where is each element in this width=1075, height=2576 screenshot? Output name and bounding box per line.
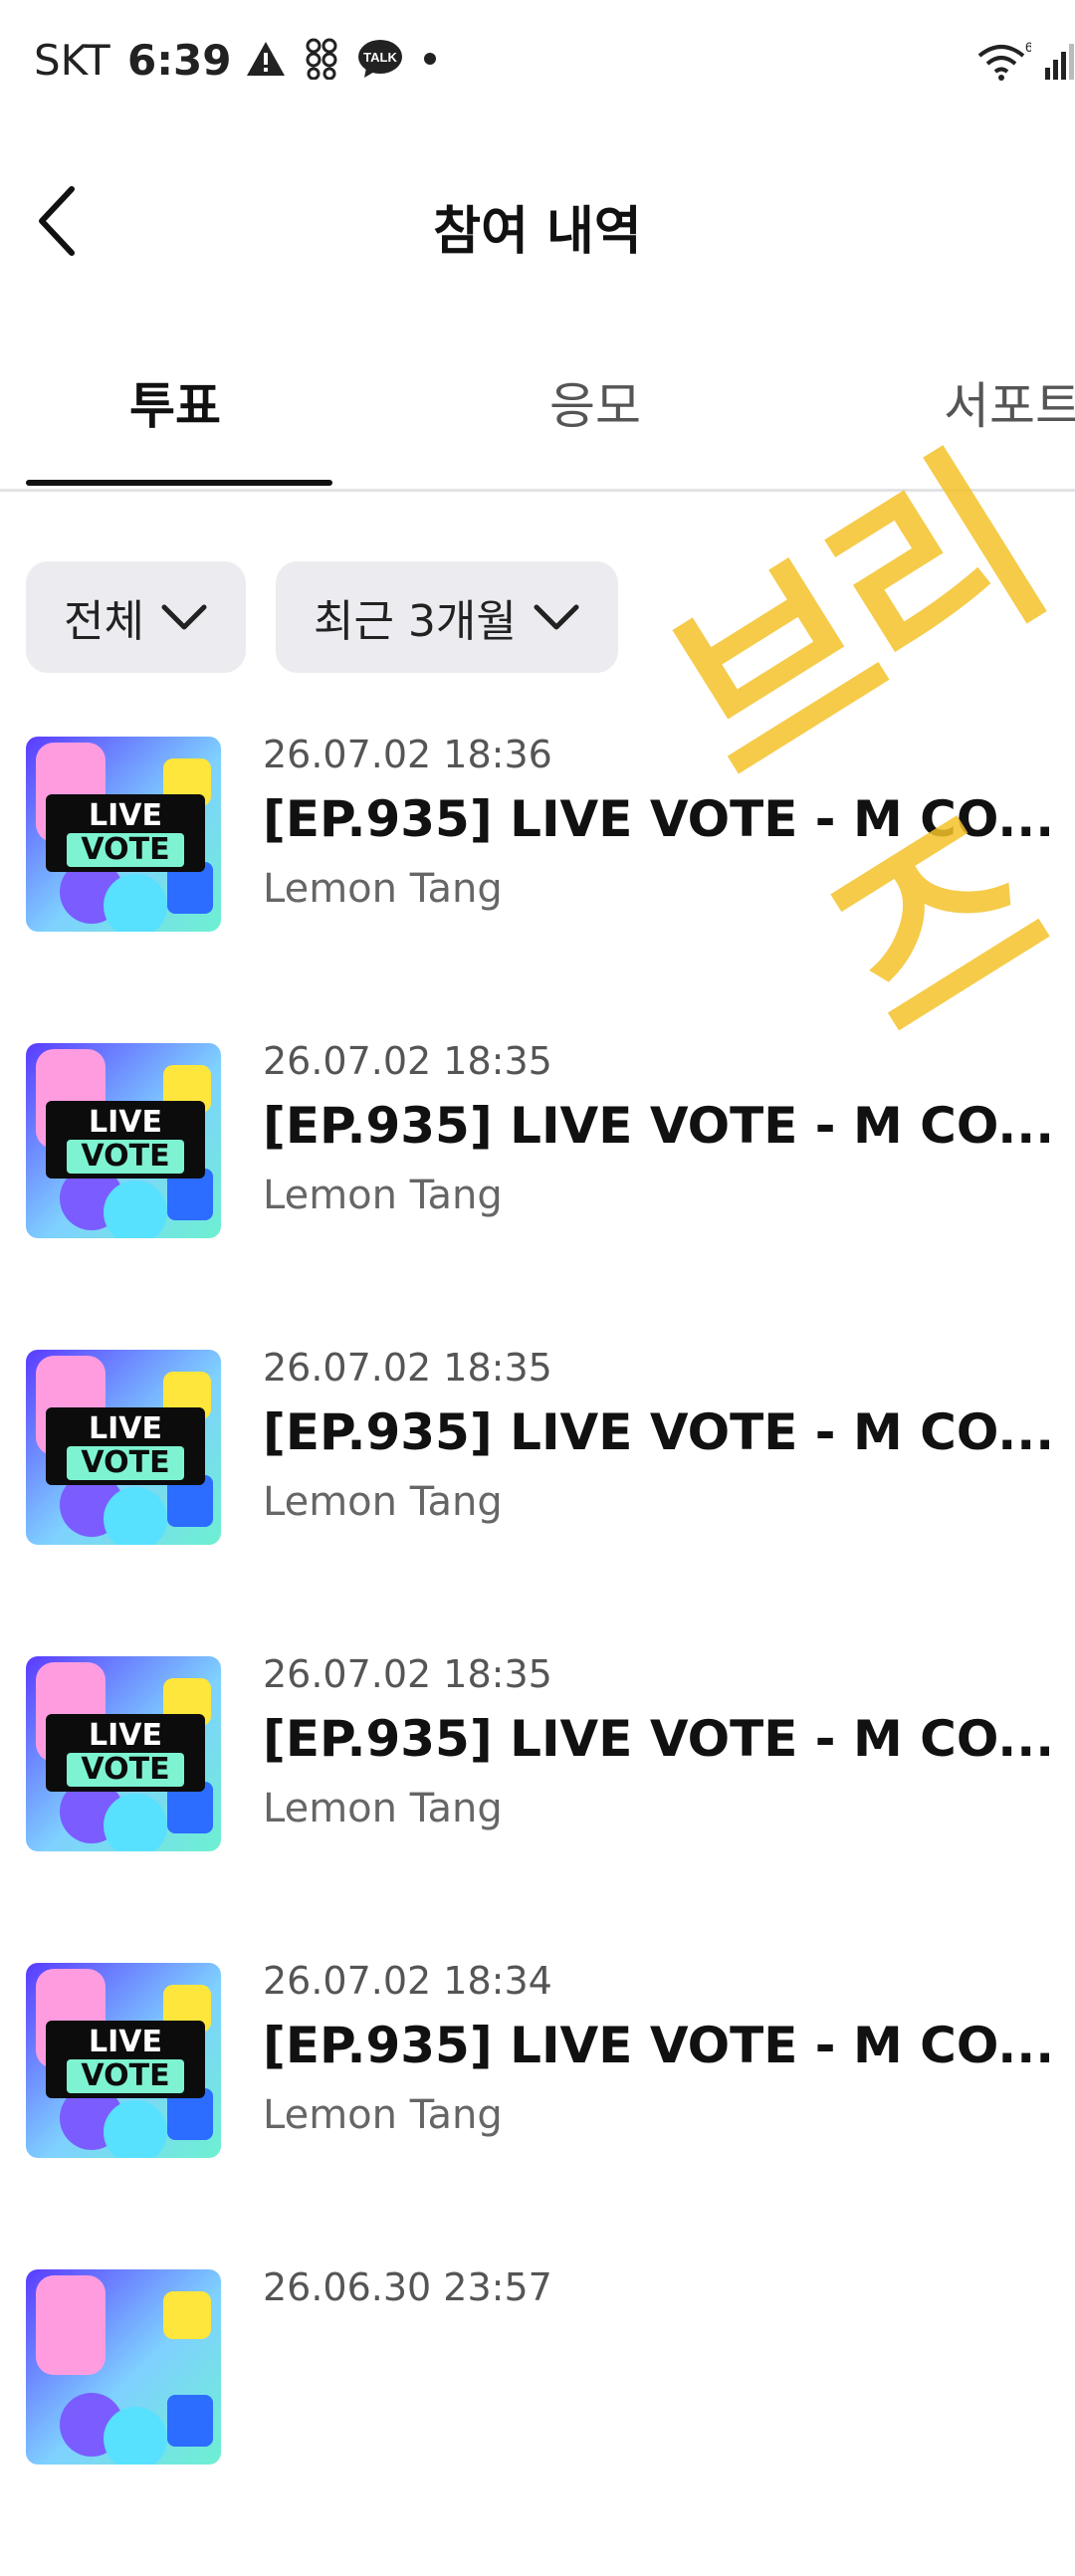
item-meta: 26.06.30 23:57	[263, 2265, 1049, 2309]
item-title: [EP.935] LIVE VOTE - M CO...	[263, 1403, 1049, 1461]
list-item[interactable]: LIVE VOTE 26.07.02 18:35 [EP.935] LIVE VOTE…	[0, 1039, 1075, 1350]
chevron-down-icon	[534, 604, 579, 630]
tab-vote[interactable]: 투표	[129, 366, 221, 438]
list-item[interactable]: LIVE VOTE 26.07.02 18:35 [EP.935] LIVE VOTE…	[0, 1346, 1075, 1656]
live-vote-badge: LIVE VOTE	[46, 2021, 205, 2098]
talk-icon: TALK	[358, 40, 402, 78]
badge-line-2: VOTE	[67, 1446, 184, 1480]
badge-line-2: VOTE	[67, 1140, 184, 1174]
page-title: 참여 내역	[433, 202, 642, 262]
decor-shape	[104, 2100, 167, 2158]
signal-icon	[1045, 44, 1074, 80]
badge-line-1: LIVE	[89, 798, 162, 833]
decor-shape	[104, 1794, 167, 1851]
live-vote-badge: LIVE VOTE	[46, 1407, 205, 1485]
clock: 6:39	[127, 36, 232, 85]
filter-period-dropdown[interactable]: 최근 3개월	[275, 561, 618, 673]
tab-entry[interactable]: 응모	[549, 366, 641, 438]
app-icon	[306, 38, 337, 80]
filter-all-dropdown[interactable]: 전체	[26, 561, 246, 673]
vote-thumbnail: LIVE VOTE	[26, 1656, 221, 1851]
vote-thumbnail: LIVE VOTE	[26, 1963, 221, 2158]
filter-bar: 전체 최근 3개월	[26, 561, 618, 673]
decor-shape	[36, 2275, 106, 2375]
item-meta: 26.07.02 18:35 [EP.935] LIVE VOTE - M CO.…	[263, 1652, 1049, 1831]
vote-thumbnail	[26, 2269, 221, 2465]
item-artist: Lemon Tang	[263, 1173, 503, 1218]
talk-icon-label: TALK	[363, 50, 397, 65]
wifi-icon-label: 6	[1025, 40, 1031, 55]
decor-shape	[104, 1181, 167, 1238]
decor-shape	[104, 2407, 167, 2465]
carrier-label: SKT	[34, 36, 110, 85]
decor-shape	[104, 1487, 167, 1545]
live-vote-badge: LIVE VOTE	[46, 1714, 205, 1792]
active-tab-indicator	[26, 480, 332, 486]
badge-line-1: LIVE	[89, 1411, 162, 1446]
status-bar: SKT 6:39 TALK 6	[0, 0, 1075, 127]
list-item[interactable]: 26.06.30 23:57	[0, 2265, 1075, 2576]
list-item[interactable]: LIVE VOTE 26.07.02 18:35 [EP.935] LIVE VOTE…	[0, 1652, 1075, 1963]
filter-period-label: 최근 3개월	[313, 596, 517, 647]
badge-line-1: LIVE	[89, 2025, 162, 2059]
item-date: 26.07.02 18:34	[263, 1959, 552, 2003]
live-vote-badge: LIVE VOTE	[46, 794, 205, 872]
warning-icon	[247, 42, 285, 76]
live-vote-badge: LIVE VOTE	[46, 1101, 205, 1179]
item-title: [EP.935] LIVE VOTE - M CO...	[263, 1710, 1049, 1768]
filter-all-label: 전체	[64, 596, 144, 647]
system-icons: 6	[975, 40, 1075, 84]
item-artist: Lemon Tang	[263, 2092, 503, 2138]
badge-line-2: VOTE	[67, 2059, 184, 2093]
item-meta: 26.07.02 18:34 [EP.935] LIVE VOTE - M CO.…	[263, 1959, 1049, 2138]
decor-shape	[163, 2291, 211, 2339]
camera-icon	[167, 2395, 213, 2447]
page-header: 참여 내역	[0, 149, 1075, 289]
vote-thumbnail: LIVE VOTE	[26, 1043, 221, 1238]
decor-shape	[104, 874, 167, 932]
notification-icons: TALK	[245, 38, 438, 80]
item-date: 26.06.30 23:57	[263, 2265, 552, 2309]
list-item[interactable]: LIVE VOTE 26.07.02 18:34 [EP.935] LIVE VOTE…	[0, 1959, 1075, 2269]
item-artist: Lemon Tang	[263, 1786, 503, 1831]
item-title: [EP.935] LIVE VOTE - M CO...	[263, 1097, 1049, 1155]
item-date: 26.07.02 18:35	[263, 1346, 552, 1390]
item-date: 26.07.02 18:35	[263, 1652, 552, 1696]
badge-line-2: VOTE	[67, 833, 184, 867]
item-title: [EP.935] LIVE VOTE - M CO...	[263, 2017, 1049, 2074]
badge-line-2: VOTE	[67, 1753, 184, 1787]
item-artist: Lemon Tang	[263, 1479, 503, 1525]
vote-thumbnail: LIVE VOTE	[26, 737, 221, 932]
badge-line-1: LIVE	[89, 1105, 162, 1140]
item-meta: 26.07.02 18:35 [EP.935] LIVE VOTE - M CO.…	[263, 1346, 1049, 1525]
badge-line-1: LIVE	[89, 1718, 162, 1753]
chevron-down-icon	[161, 604, 207, 630]
wifi-icon: 6	[977, 40, 1031, 81]
vote-thumbnail: LIVE VOTE	[26, 1350, 221, 1545]
dot-icon	[424, 53, 436, 65]
